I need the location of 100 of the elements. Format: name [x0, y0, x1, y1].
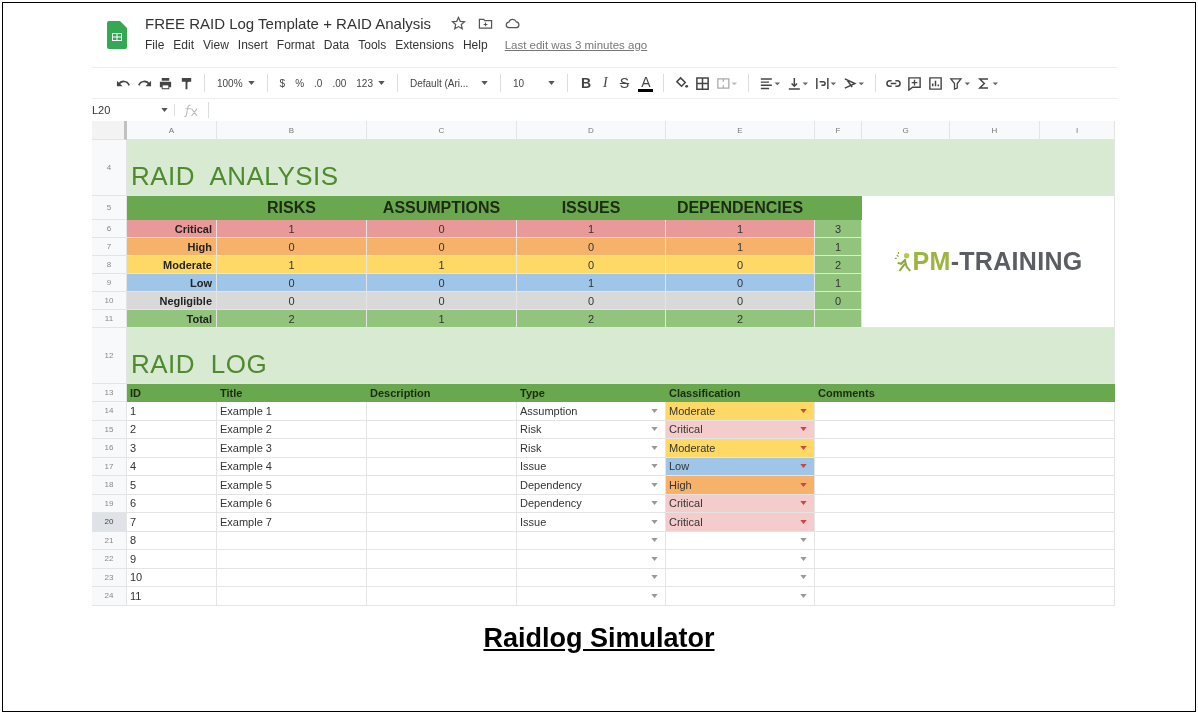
count-cell: 1 — [517, 274, 666, 292]
type-dropdown[interactable]: Risk — [517, 420, 666, 439]
column-title: Comments — [815, 384, 1115, 402]
menu-item[interactable]: Edit — [173, 38, 195, 52]
menu-item[interactable]: Tools — [358, 38, 387, 52]
decrease-decimals-button[interactable]: .0 — [312, 77, 325, 89]
column-header[interactable]: F — [815, 121, 862, 140]
percent-button[interactable]: % — [293, 77, 307, 89]
column-header[interactable]: D — [517, 121, 666, 140]
column-title: RISKS — [217, 196, 367, 220]
strikethrough-button[interactable]: S — [616, 75, 633, 91]
type-dropdown[interactable]: Assumption — [517, 402, 666, 421]
currency-button[interactable]: $ — [277, 77, 288, 89]
cloud-icon[interactable] — [505, 16, 521, 31]
increase-decimals-button[interactable]: .00 — [330, 77, 349, 89]
row-header[interactable]: 10 — [92, 292, 127, 310]
row-header[interactable]: 14 — [92, 402, 127, 421]
count-cell: 0 — [666, 256, 815, 274]
column-header[interactable]: A — [127, 121, 217, 140]
print-icon[interactable] — [158, 75, 173, 91]
classification-dropdown[interactable]: Moderate — [666, 402, 815, 421]
column-header[interactable]: G — [862, 121, 950, 140]
classification-dropdown[interactable]: Moderate — [666, 439, 815, 458]
zoom-dropdown[interactable]: 100% — [215, 77, 257, 89]
font-dropdown[interactable]: Default (Ari... — [408, 77, 490, 89]
text-wrap-icon[interactable] — [815, 75, 838, 91]
text-rotation-icon[interactable] — [843, 75, 866, 91]
row-header[interactable]: 16 — [92, 439, 127, 458]
level-label: Low — [127, 274, 217, 292]
caret-icon[interactable] — [800, 445, 807, 450]
filter-icon[interactable] — [949, 75, 972, 91]
merge-cells-icon[interactable] — [716, 75, 739, 91]
document-title[interactable]: FREE RAID Log Template + RAID Analysis — [145, 15, 432, 32]
menu-item[interactable]: Format — [276, 38, 315, 52]
caret-icon[interactable] — [548, 81, 555, 85]
select-all-corner[interactable] — [92, 121, 127, 140]
classification-dropdown[interactable]: High — [666, 476, 815, 495]
caret-icon[interactable] — [247, 81, 255, 85]
caret-icon[interactable] — [481, 81, 488, 85]
id-cell: 1 — [127, 402, 217, 421]
paint-format-icon[interactable] — [179, 75, 194, 91]
caret-icon[interactable] — [800, 427, 807, 432]
name-box[interactable]: L20 — [92, 104, 175, 116]
total-cell: 2 — [815, 256, 862, 274]
number-format-dropdown[interactable]: 123 — [354, 77, 387, 89]
column-header[interactable]: I — [1040, 121, 1115, 140]
fill-color-icon[interactable] — [674, 75, 690, 91]
menu-item[interactable]: Help — [462, 38, 488, 52]
caret-icon[interactable] — [800, 408, 807, 413]
row-header[interactable]: 5 — [92, 196, 127, 220]
star-icon[interactable] — [451, 16, 467, 31]
comment-icon[interactable] — [907, 75, 923, 91]
column-header[interactable]: H — [950, 121, 1040, 140]
align-icon[interactable] — [759, 75, 782, 91]
text-color-button[interactable]: A — [638, 74, 654, 92]
type-dropdown[interactable]: Risk — [517, 439, 666, 458]
menu-item[interactable]: File — [145, 38, 165, 52]
row-header[interactable]: 12 — [92, 328, 127, 384]
type-dropdown[interactable]: Issue — [517, 457, 666, 476]
type-dropdown[interactable]: Dependency — [517, 494, 666, 513]
bold-button[interactable]: B — [578, 75, 595, 91]
level-label: Critical — [127, 220, 217, 238]
menu-item[interactable]: Insert — [237, 38, 268, 52]
spreadsheet-logo-icon[interactable] — [107, 21, 127, 49]
count-cell: 1 — [217, 220, 367, 238]
row-header[interactable]: 20 — [92, 513, 127, 532]
borders-icon[interactable] — [695, 75, 711, 91]
row-header[interactable]: 22 — [92, 550, 127, 569]
last-edit-link[interactable]: Last edit was 3 minutes ago — [504, 39, 648, 51]
menu-item[interactable]: Extensions — [395, 38, 454, 52]
row-header[interactable]: 6 — [92, 220, 127, 238]
vertical-align-icon[interactable] — [787, 75, 810, 91]
type-dropdown[interactable]: Issue — [517, 513, 666, 532]
row-header[interactable]: 4 — [92, 140, 127, 196]
total-cell: 1 — [815, 238, 862, 256]
caret-icon[interactable] — [378, 81, 385, 85]
folder-icon[interactable] — [478, 16, 494, 31]
menu-item[interactable]: Data — [323, 38, 350, 52]
menu-item[interactable]: View — [203, 38, 229, 52]
column-header[interactable]: E — [666, 121, 815, 140]
count-cell: 0 — [517, 292, 666, 310]
row-header[interactable]: 13 — [92, 384, 127, 402]
chart-icon[interactable] — [928, 75, 944, 91]
sum-icon[interactable] — [977, 75, 1000, 91]
italic-button[interactable]: I — [600, 75, 611, 91]
caret-icon[interactable] — [800, 501, 807, 506]
caret-icon[interactable] — [161, 108, 168, 112]
section-title: RAID LOG — [127, 328, 1115, 384]
type-dropdown[interactable]: Dependency — [517, 476, 666, 495]
font-size-dropdown[interactable]: 10 — [511, 77, 557, 89]
column-header[interactable]: B — [217, 121, 367, 140]
column-header[interactable]: C — [367, 121, 517, 140]
classification-dropdown[interactable]: Critical — [666, 513, 815, 532]
row-header[interactable]: 18 — [92, 476, 127, 495]
caret-icon[interactable] — [800, 519, 807, 524]
row-header[interactable]: 9 — [92, 274, 127, 292]
row-header[interactable]: 8 — [92, 256, 127, 274]
row-header[interactable]: 11 — [92, 310, 127, 328]
row-header[interactable]: 24 — [92, 587, 127, 606]
row-header[interactable]: 7 — [92, 238, 127, 256]
